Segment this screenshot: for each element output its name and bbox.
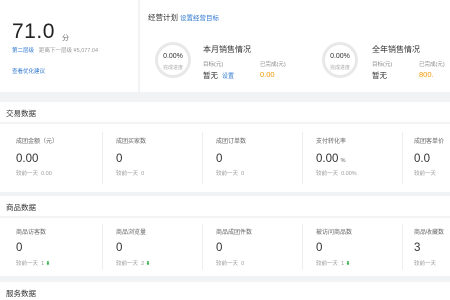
monthly-title: 本月销售情况	[203, 45, 251, 54]
compare-label: 较前一天	[414, 171, 437, 177]
yearly-ring-label: 完成进度	[329, 65, 350, 71]
compare-label: 较前一天	[116, 171, 139, 177]
compare-label: 较前一天	[414, 261, 437, 267]
monthly-target-label: 目标(元)	[203, 62, 224, 68]
card-compare: 较前一天	[414, 259, 436, 267]
compare-label: 较前一天	[116, 261, 139, 267]
yearly-target-value: 暂无	[372, 71, 387, 80]
goods-cards: 商品访客数 0 较前一天 1 ⬇ 商品浏览量 0 较前一天 2 ⬇ 商品成团件数…	[0, 218, 450, 276]
card-label: 成团金额（元）	[16, 139, 59, 145]
card-label: 成团订单数	[216, 139, 247, 145]
card-value: 0.00	[16, 153, 39, 165]
score-unit: 分	[62, 35, 69, 42]
yearly-title: 全年销售情况	[372, 45, 420, 54]
divider	[202, 224, 203, 270]
trade-section-title: 交易数据	[6, 109, 36, 118]
card-label: 商品浏览量	[116, 230, 147, 236]
service-section-header: 服务数据	[0, 282, 450, 300]
next-level-gap: 距离下一层级 ¥5,077.04	[39, 46, 98, 54]
level-link[interactable]: 第二层级	[12, 46, 34, 54]
optimization-advice-link[interactable]: 查看优化建议	[12, 67, 45, 75]
compare-value: 0	[241, 171, 245, 177]
score-panel: 71.0 分 第二层级 距离下一层级 ¥5,077.04 查看优化建议	[0, 0, 138, 92]
card-compare: 较前一天	[414, 169, 436, 177]
divider	[402, 132, 403, 184]
compare-value: 1	[341, 261, 345, 267]
yearly-done-value: 800.	[419, 70, 434, 79]
compare-value: 0	[141, 171, 145, 177]
card-label: 商品访客数	[16, 230, 47, 236]
card-value: 0	[316, 242, 323, 254]
yearly-percent: 0.00%	[330, 53, 350, 60]
card-value: 0	[116, 153, 123, 165]
yearly-progress-ring	[322, 42, 358, 78]
compare-label: 较前一天	[316, 261, 339, 267]
card-value-wrap: 0.00 %	[316, 153, 346, 165]
down-arrow-icon: ⬇	[45, 261, 51, 267]
card-compare: 较前一天 0	[216, 169, 244, 177]
set-goal-link[interactable]: 设置经营目标	[180, 12, 219, 22]
yearly-target-label: 目标(元)	[372, 62, 393, 68]
card-compare: 较前一天 2 ⬇	[116, 259, 150, 267]
service-section-title: 服务数据	[6, 289, 36, 298]
divider	[202, 132, 203, 184]
card-value: 0.0	[414, 153, 430, 165]
monthly-percent: 0.00%	[163, 53, 183, 60]
yearly-done-label: 已完成(元)	[419, 62, 445, 68]
goods-section-header: 商品数据	[0, 196, 450, 216]
card-value: 3	[414, 242, 421, 254]
card-unit: %	[340, 158, 346, 164]
monthly-done-label: 已完成(元)	[260, 62, 286, 68]
compare-label: 较前一天	[316, 171, 339, 177]
monthly-set-link[interactable]: 设置	[222, 71, 234, 80]
monthly-done-value: 0.00	[260, 70, 275, 79]
compare-value: 0	[241, 261, 245, 267]
divider	[302, 132, 303, 184]
down-arrow-icon: ⬇	[345, 261, 351, 267]
gap-value: ¥5,077.04	[73, 48, 99, 54]
divider	[102, 224, 103, 270]
trade-card-amount[interactable]: 成团金额（元）	[16, 136, 58, 145]
card-value: 0	[116, 242, 123, 254]
card-label: 商品成团件数	[216, 230, 253, 236]
trade-section-header: 交易数据	[0, 102, 450, 122]
monthly-ring-label: 完成进度	[162, 65, 183, 71]
monthly-target-value: 暂无	[203, 71, 218, 80]
card-label: 支付转化率	[316, 139, 347, 145]
card-compare: 较前一天 0.00	[16, 169, 52, 177]
card-label: 商品收藏数	[414, 230, 445, 236]
compare-label: 较前一天	[216, 171, 239, 177]
card-label: 被访问商品数	[316, 230, 353, 236]
card-compare: 较前一天 0.00%	[316, 169, 357, 177]
gap-prefix: 距离下一层级	[39, 48, 73, 54]
store-score: 71.0	[12, 20, 55, 43]
business-plan-panel: 经营计划 设置经营目标 0.00% 完成进度 本月销售情况 目标(元) 暂无 设…	[140, 0, 450, 92]
compare-value: 2	[141, 261, 145, 267]
card-value: 0	[216, 153, 223, 165]
compare-value: 0.00%	[341, 171, 357, 177]
goods-section-title: 商品数据	[6, 203, 36, 212]
trade-cards: 成团金额（元） 0.00 较前一天 0.00 成团买家数 0 较前一天 0 成团…	[0, 124, 450, 192]
card-value: 0	[16, 242, 23, 254]
card-label: 成团客单价	[414, 139, 445, 145]
compare-label: 较前一天	[16, 171, 39, 177]
card-compare: 较前一天 1 ⬇	[316, 259, 350, 267]
divider	[402, 224, 403, 270]
card-compare: 较前一天 0	[116, 169, 144, 177]
compare-label: 较前一天	[216, 261, 239, 267]
divider	[102, 132, 103, 184]
monthly-progress-ring	[155, 42, 191, 78]
card-value: 0	[216, 242, 223, 254]
down-arrow-icon: ⬇	[145, 261, 151, 267]
compare-label: 较前一天	[16, 261, 39, 267]
card-value: 0.00	[316, 153, 339, 165]
compare-value: 0.00	[41, 171, 52, 177]
divider	[302, 224, 303, 270]
compare-value: 1	[41, 261, 45, 267]
card-compare: 较前一天 1 ⬇	[16, 259, 50, 267]
card-compare: 较前一天 0	[216, 259, 244, 267]
plan-title: 经营计划	[148, 13, 178, 22]
card-label: 成团买家数	[116, 139, 147, 145]
